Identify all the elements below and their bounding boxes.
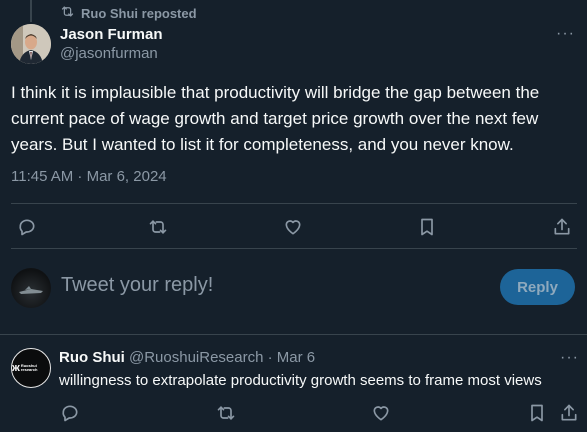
reply-button[interactable]: Reply [500, 269, 575, 305]
reply-author-avatar[interactable]: ж Ruoshui research [11, 348, 51, 388]
like-icon[interactable] [371, 403, 393, 425]
tweet-actions [0, 212, 587, 242]
reply-meta[interactable]: @RuoshuiResearch · Mar 6 [129, 349, 315, 366]
reply-text: willingness to extrapolate productivity … [59, 372, 542, 389]
retweet-icon[interactable] [148, 217, 170, 239]
divider [11, 203, 577, 204]
divider [11, 248, 577, 249]
current-user-avatar[interactable] [11, 268, 51, 308]
reply-actions [0, 398, 587, 428]
like-icon[interactable] [283, 217, 305, 239]
author-name[interactable]: Jason Furman [60, 25, 163, 44]
divider [0, 334, 587, 335]
more-icon[interactable]: ··· [556, 26, 575, 42]
bookmark-icon[interactable] [417, 217, 439, 239]
reply-header: Ruo Shui @RuoshuiResearch · Mar 6 [59, 349, 315, 367]
thread-connector-line [30, 0, 32, 22]
retweet-icon[interactable] [216, 403, 238, 425]
repost-indicator[interactable]: Ruo Shui reposted [60, 4, 197, 22]
more-icon[interactable]: ··· [560, 350, 579, 366]
tweet-text: I think it is implausible that productiv… [11, 83, 540, 154]
reply-icon[interactable] [17, 217, 39, 239]
bookmark-icon[interactable] [527, 403, 549, 425]
reply-input[interactable] [61, 274, 481, 297]
share-icon[interactable] [552, 217, 574, 239]
author-handle[interactable]: @jasonfurman [60, 44, 163, 64]
reply-icon[interactable] [60, 403, 82, 425]
reply-author-name[interactable]: Ruo Shui [59, 349, 125, 366]
repost-icon [60, 4, 75, 22]
author-avatar[interactable] [11, 24, 51, 64]
author-info: Jason Furman @jasonfurman [60, 25, 163, 64]
share-icon[interactable] [559, 403, 581, 425]
tweet-timestamp[interactable]: 11:45 AM · Mar 6, 2024 [11, 168, 167, 185]
ruoshui-logo: ж Ruoshui research [12, 362, 38, 374]
repost-label: Ruo Shui reposted [81, 5, 197, 21]
